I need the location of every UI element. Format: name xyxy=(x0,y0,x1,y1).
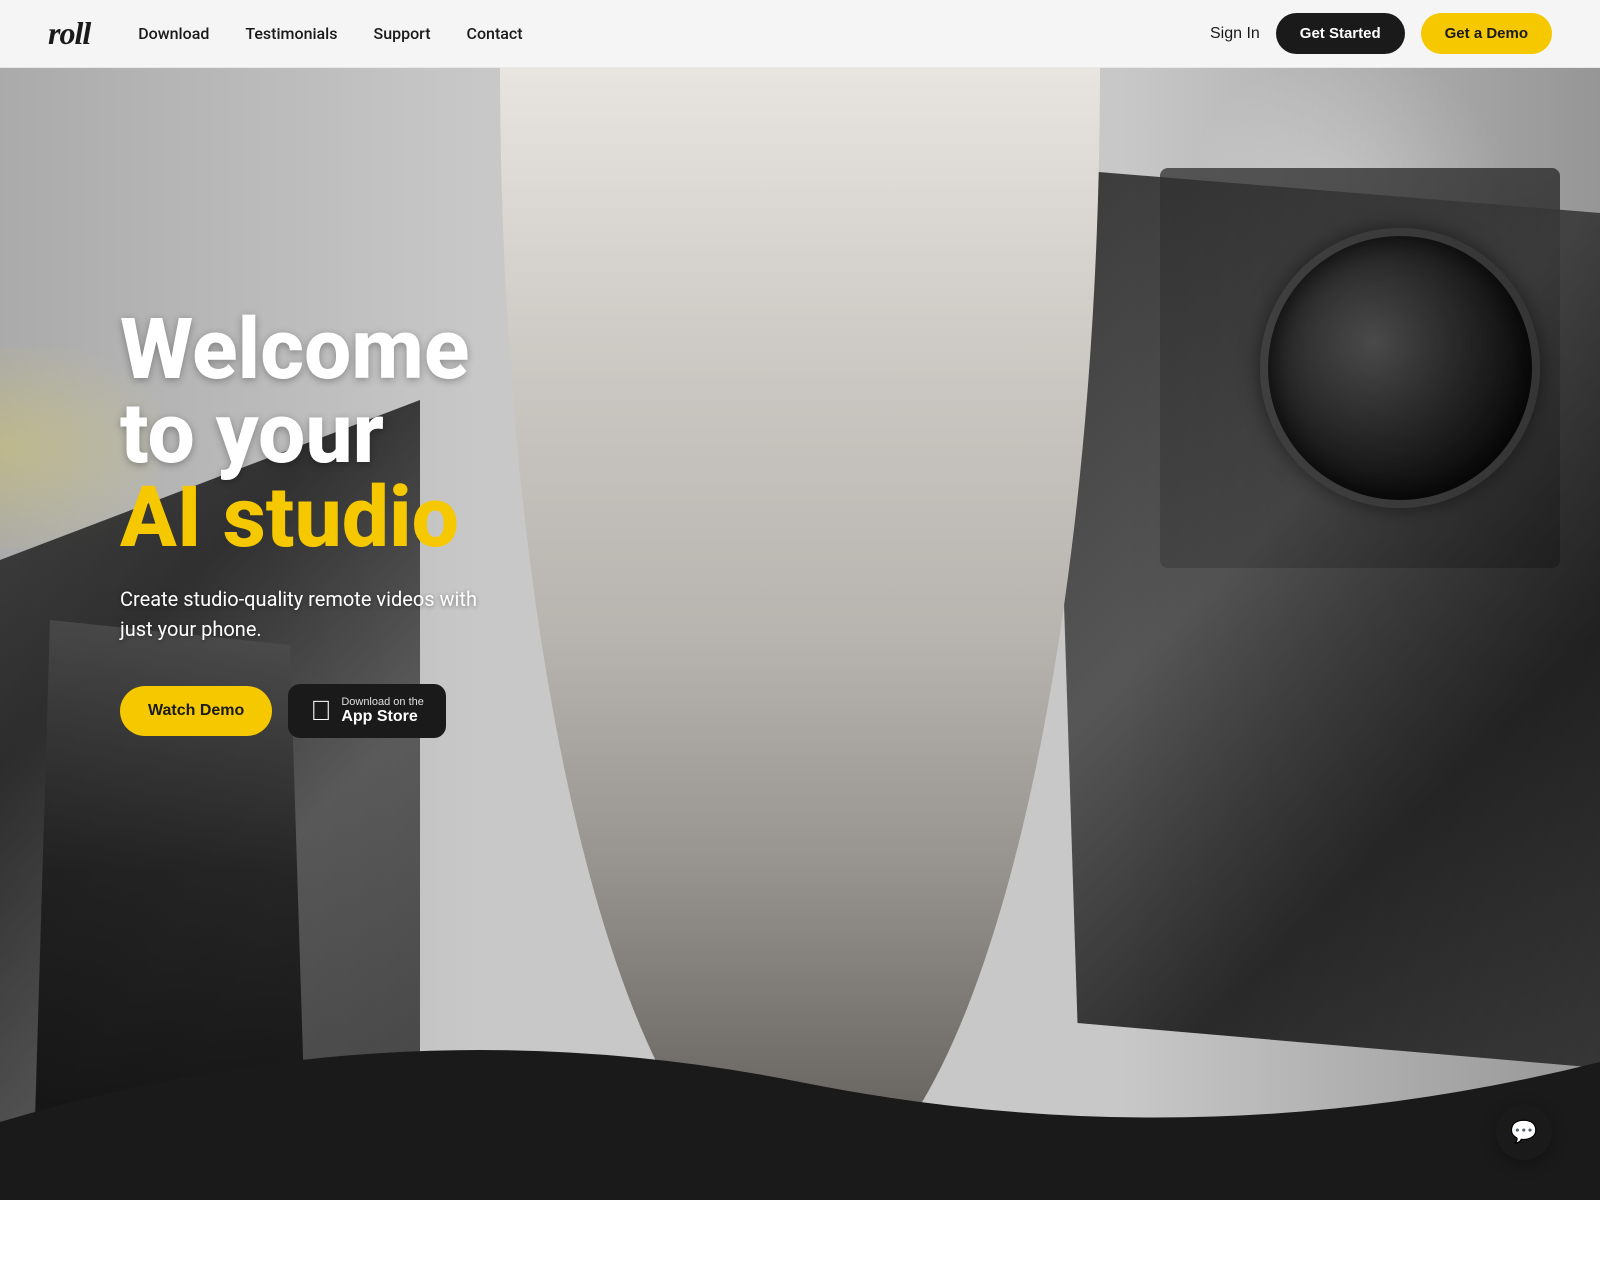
hero-title-line1: Welcome xyxy=(120,308,640,392)
chat-icon: 💬 xyxy=(1510,1120,1537,1145)
apple-icon:  xyxy=(310,697,331,725)
nav-link-testimonials[interactable]: Testimonials xyxy=(245,24,337,43)
app-store-button[interactable]:  Download on the App Store xyxy=(288,684,446,738)
navbar-right: Sign In Get Started Get a Demo xyxy=(1210,13,1552,54)
nav-item-download[interactable]: Download xyxy=(138,24,209,43)
hero-section: Welcome to your AI studio Create studio-… xyxy=(0,68,1600,1200)
hero-title-line2: to your xyxy=(120,392,640,476)
nav-link-contact[interactable]: Contact xyxy=(467,24,523,43)
get-started-button[interactable]: Get Started xyxy=(1276,13,1405,54)
hero-buttons: Watch Demo  Download on the App Store xyxy=(120,684,640,738)
nav-item-contact[interactable]: Contact xyxy=(467,24,523,43)
sign-in-button[interactable]: Sign In xyxy=(1210,25,1260,43)
app-store-text: Download on the App Store xyxy=(341,696,424,726)
navbar: roll Download Testimonials Support Conta… xyxy=(0,0,1600,68)
nav-links: Download Testimonials Support Contact xyxy=(138,24,522,43)
watch-demo-button[interactable]: Watch Demo xyxy=(120,686,272,736)
nav-item-testimonials[interactable]: Testimonials xyxy=(245,24,337,43)
navbar-left: roll Download Testimonials Support Conta… xyxy=(48,15,523,52)
hero-subtitle: Create studio-quality remote videos with… xyxy=(120,584,500,644)
hero-bottom-curve xyxy=(0,1002,1600,1200)
logo-text: roll xyxy=(48,15,90,51)
app-store-big-text: App Store xyxy=(341,708,424,726)
nav-item-support[interactable]: Support xyxy=(374,24,431,43)
hero-title-line3: AI studio xyxy=(120,476,640,560)
nav-link-download[interactable]: Download xyxy=(138,24,209,43)
get-demo-button[interactable]: Get a Demo xyxy=(1421,13,1552,54)
app-store-small-text: Download on the xyxy=(341,696,424,708)
logo[interactable]: roll xyxy=(48,15,90,52)
chat-widget[interactable]: 💬 xyxy=(1496,1104,1552,1160)
hero-content: Welcome to your AI studio Create studio-… xyxy=(120,308,640,738)
nav-link-support[interactable]: Support xyxy=(374,24,431,43)
